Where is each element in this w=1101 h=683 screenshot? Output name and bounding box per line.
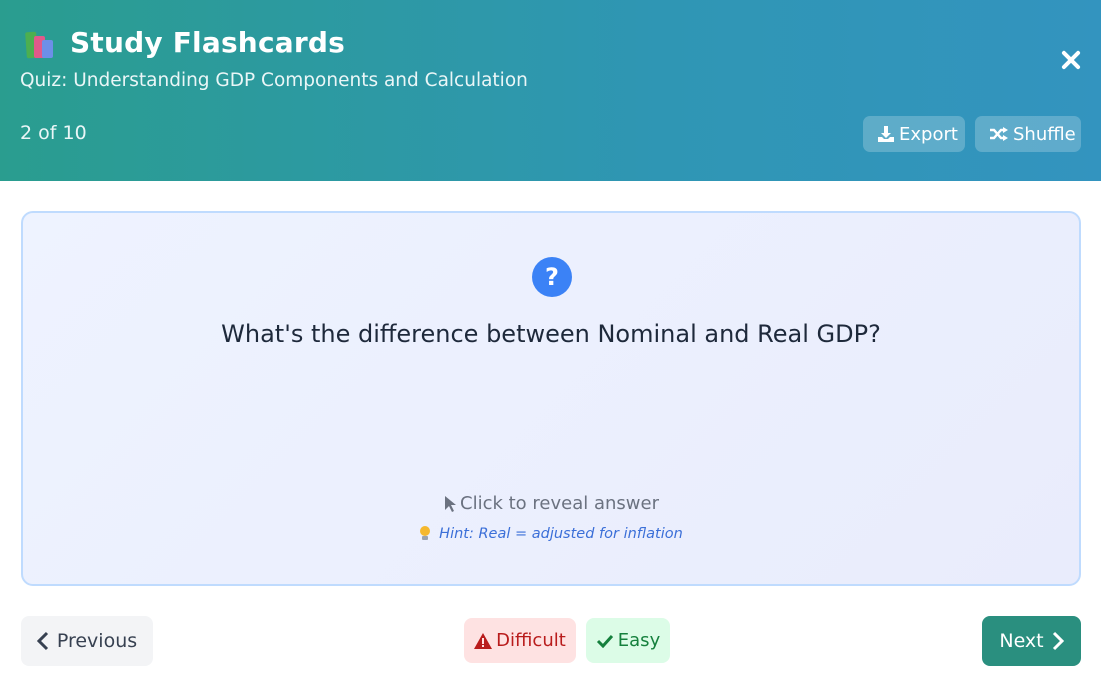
reveal-prompt: Click to reveal answer [23, 493, 1079, 514]
lightbulb-icon [419, 526, 431, 542]
easy-button[interactable]: Easy [586, 618, 670, 663]
chevron-right-icon [1052, 631, 1064, 651]
header: Study Flashcards Quiz: Understanding GDP… [0, 0, 1101, 181]
shuffle-icon [990, 127, 1008, 141]
question-text: What's the difference between Nominal an… [221, 320, 881, 348]
card-counter: 2 of 10 [20, 122, 87, 144]
previous-button[interactable]: Previous [21, 616, 153, 666]
next-label: Next [999, 630, 1044, 652]
check-icon [596, 634, 613, 648]
previous-label: Previous [56, 630, 138, 652]
hint: Hint: Real = adjusted for inflation [23, 526, 1079, 542]
reveal-label: Click to reveal answer [460, 493, 659, 514]
app-title: Study Flashcards [70, 26, 345, 59]
export-button[interactable]: Export [863, 116, 965, 152]
shuffle-label: Shuffle [1013, 123, 1076, 145]
books-icon [24, 28, 58, 58]
flashcard[interactable]: ? What's the difference between Nominal … [21, 211, 1081, 586]
warning-icon [474, 632, 493, 649]
close-icon[interactable] [1056, 46, 1086, 76]
title-row: Study Flashcards [24, 26, 345, 59]
cursor-icon [445, 495, 456, 512]
shuffle-button[interactable]: Shuffle [975, 116, 1081, 152]
hint-text: Hint: Real = adjusted for inflation [439, 526, 683, 542]
download-icon [878, 126, 894, 142]
question-icon: ? [532, 257, 572, 297]
easy-label: Easy [617, 630, 661, 651]
difficult-label: Difficult [496, 630, 566, 651]
next-button[interactable]: Next [982, 616, 1081, 666]
difficult-button[interactable]: Difficult [464, 618, 576, 663]
chevron-left-icon [36, 631, 48, 651]
quiz-subtitle: Quiz: Understanding GDP Components and C… [20, 70, 528, 91]
export-label: Export [899, 123, 958, 145]
